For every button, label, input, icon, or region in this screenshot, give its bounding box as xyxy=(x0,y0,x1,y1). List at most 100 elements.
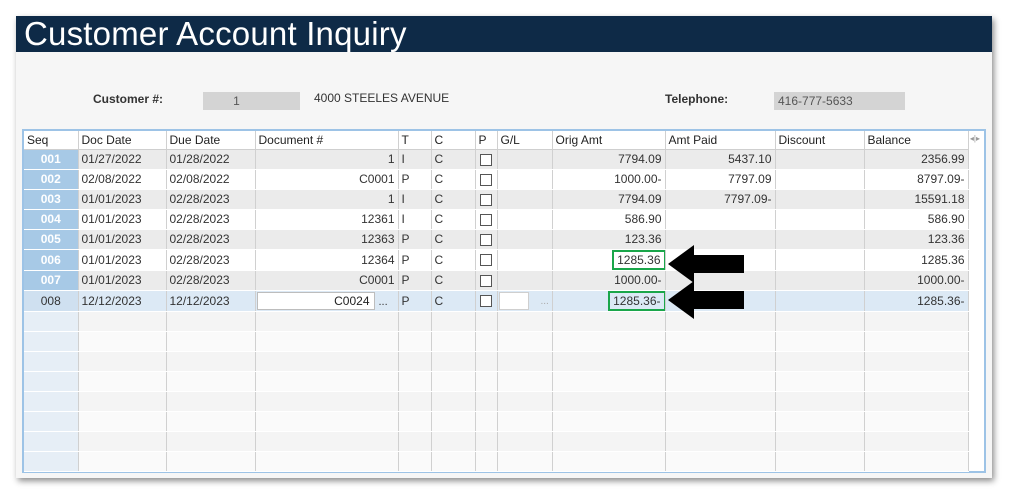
balance-cell: 586.90 xyxy=(864,209,969,230)
empty-cell xyxy=(665,411,776,432)
empty-cell xyxy=(475,311,498,332)
c-cell: C xyxy=(431,290,476,312)
empty-cell xyxy=(255,331,399,352)
empty-cell xyxy=(864,351,969,372)
empty-row[interactable] xyxy=(24,351,969,372)
table-row[interactable]: 001 01/27/2022 01/28/2022 1 I C 7794.09 … xyxy=(24,149,969,170)
customer-number-field[interactable]: 1 xyxy=(203,92,300,110)
column-header-t[interactable]: T xyxy=(398,131,432,150)
seq-cell[interactable]: 006 xyxy=(24,249,79,271)
document-lookup-button[interactable]: ... xyxy=(379,296,388,308)
p-checkbox[interactable] xyxy=(479,274,492,287)
column-header-amt-paid[interactable]: Amt Paid xyxy=(665,131,776,150)
document-cell: 12361 xyxy=(255,209,399,230)
empty-row[interactable] xyxy=(24,311,969,332)
empty-cell xyxy=(497,431,553,452)
orig-amt-cell: 1000.00- xyxy=(552,169,666,190)
p-checkbox[interactable] xyxy=(479,173,492,186)
discount-cell xyxy=(775,249,865,271)
empty-cell xyxy=(78,311,167,332)
p-checkbox[interactable] xyxy=(479,213,492,226)
empty-row[interactable] xyxy=(24,411,969,432)
table-row[interactable]: 002 02/08/2022 02/08/2022 C0001 P C 1000… xyxy=(24,169,969,190)
balance-cell: 8797.09- xyxy=(864,169,969,190)
empty-cell xyxy=(398,411,432,432)
type-cell: P xyxy=(398,290,432,312)
seq-cell[interactable]: 008 xyxy=(24,290,79,312)
table-row[interactable]: 003 01/01/2023 02/28/2023 1 I C 7794.09 … xyxy=(24,189,969,210)
empty-row[interactable] xyxy=(24,331,969,352)
table-row-selected[interactable]: 008 12/12/2023 12/12/2023 C0024... P C .… xyxy=(24,290,969,312)
seq-cell[interactable]: 005 xyxy=(24,229,79,250)
empty-cell xyxy=(864,371,969,392)
empty-cell xyxy=(431,311,476,332)
document-cell: 12363 xyxy=(255,229,399,250)
table-row[interactable]: 007 01/01/2023 02/28/2023 C0001 P C 1000… xyxy=(24,270,969,291)
empty-cell xyxy=(255,351,399,372)
column-header-due-date[interactable]: Due Date xyxy=(166,131,256,150)
document-cell: C0024... xyxy=(255,290,399,312)
discount-cell xyxy=(775,229,865,250)
column-scroll-arrows-icon[interactable]: ◂|▸ xyxy=(970,134,980,143)
column-header-orig-amt[interactable]: Orig Amt xyxy=(552,131,666,150)
p-cell xyxy=(475,149,498,170)
empty-row[interactable] xyxy=(24,371,969,392)
amt-paid-cell: 7797.09 xyxy=(665,169,776,190)
column-header-gl[interactable]: G/L xyxy=(497,131,553,150)
p-checkbox[interactable] xyxy=(479,254,492,267)
doc-date-cell: 12/12/2023 xyxy=(78,290,167,312)
p-checkbox[interactable] xyxy=(479,295,492,308)
gl-cell xyxy=(497,169,553,190)
table-row[interactable]: 005 01/01/2023 02/28/2023 12363 P C 123.… xyxy=(24,229,969,250)
empty-cell xyxy=(475,431,498,452)
doc-date-cell: 02/08/2022 xyxy=(78,169,167,190)
column-header-document[interactable]: Document # xyxy=(255,131,399,150)
balance-cell: 15591.18 xyxy=(864,189,969,210)
due-date-cell: 02/08/2022 xyxy=(166,169,256,190)
p-cell xyxy=(475,189,498,210)
due-date-cell: 02/28/2023 xyxy=(166,229,256,250)
seq-cell[interactable]: 003 xyxy=(24,189,79,210)
due-date-cell: 12/12/2023 xyxy=(166,290,256,312)
telephone-field[interactable]: 416-777-5633 xyxy=(774,92,905,110)
empty-cell xyxy=(497,371,553,392)
seq-cell[interactable]: 007 xyxy=(24,270,79,291)
seq-cell[interactable]: 004 xyxy=(24,209,79,230)
p-checkbox[interactable] xyxy=(479,153,492,166)
document-input[interactable]: C0024 xyxy=(256,291,375,310)
p-checkbox[interactable] xyxy=(479,193,492,206)
gl-lookup-button[interactable]: ... xyxy=(541,296,549,307)
empty-cell xyxy=(864,331,969,352)
empty-cell xyxy=(775,451,865,472)
seq-cell[interactable]: 002 xyxy=(24,169,79,190)
column-header-discount[interactable]: Discount xyxy=(775,131,865,150)
c-cell: C xyxy=(431,189,476,210)
empty-cell xyxy=(552,451,666,472)
p-checkbox[interactable] xyxy=(479,233,492,246)
account-grid[interactable]: ◂|▸ Seq Doc Date Due Date Document # T C… xyxy=(22,129,986,473)
column-header-balance[interactable]: Balance xyxy=(864,131,969,150)
document-cell: 12364 xyxy=(255,249,399,271)
empty-cell xyxy=(552,311,666,332)
empty-cell xyxy=(475,351,498,372)
table-row[interactable]: 004 01/01/2023 02/28/2023 12361 I C 586.… xyxy=(24,209,969,230)
empty-cell xyxy=(497,451,553,472)
empty-rows xyxy=(24,311,969,472)
table-row[interactable]: 006 01/01/2023 02/28/2023 12364 P C 1285… xyxy=(24,249,969,271)
empty-row[interactable] xyxy=(24,391,969,412)
empty-row[interactable] xyxy=(24,451,969,472)
column-header-doc-date[interactable]: Doc Date xyxy=(78,131,167,150)
empty-cell xyxy=(166,371,256,392)
gl-input[interactable] xyxy=(498,291,529,310)
empty-cell xyxy=(255,431,399,452)
empty-cell xyxy=(475,371,498,392)
empty-cell xyxy=(78,411,167,432)
column-header-c[interactable]: C xyxy=(431,131,476,150)
discount-cell xyxy=(775,149,865,170)
column-header-p[interactable]: P xyxy=(475,131,498,150)
p-cell xyxy=(475,290,498,312)
seq-cell[interactable]: 001 xyxy=(24,149,79,170)
empty-row[interactable] xyxy=(24,431,969,452)
column-header-seq[interactable]: Seq xyxy=(24,131,79,150)
orig-amt-cell: 123.36 xyxy=(552,229,666,250)
